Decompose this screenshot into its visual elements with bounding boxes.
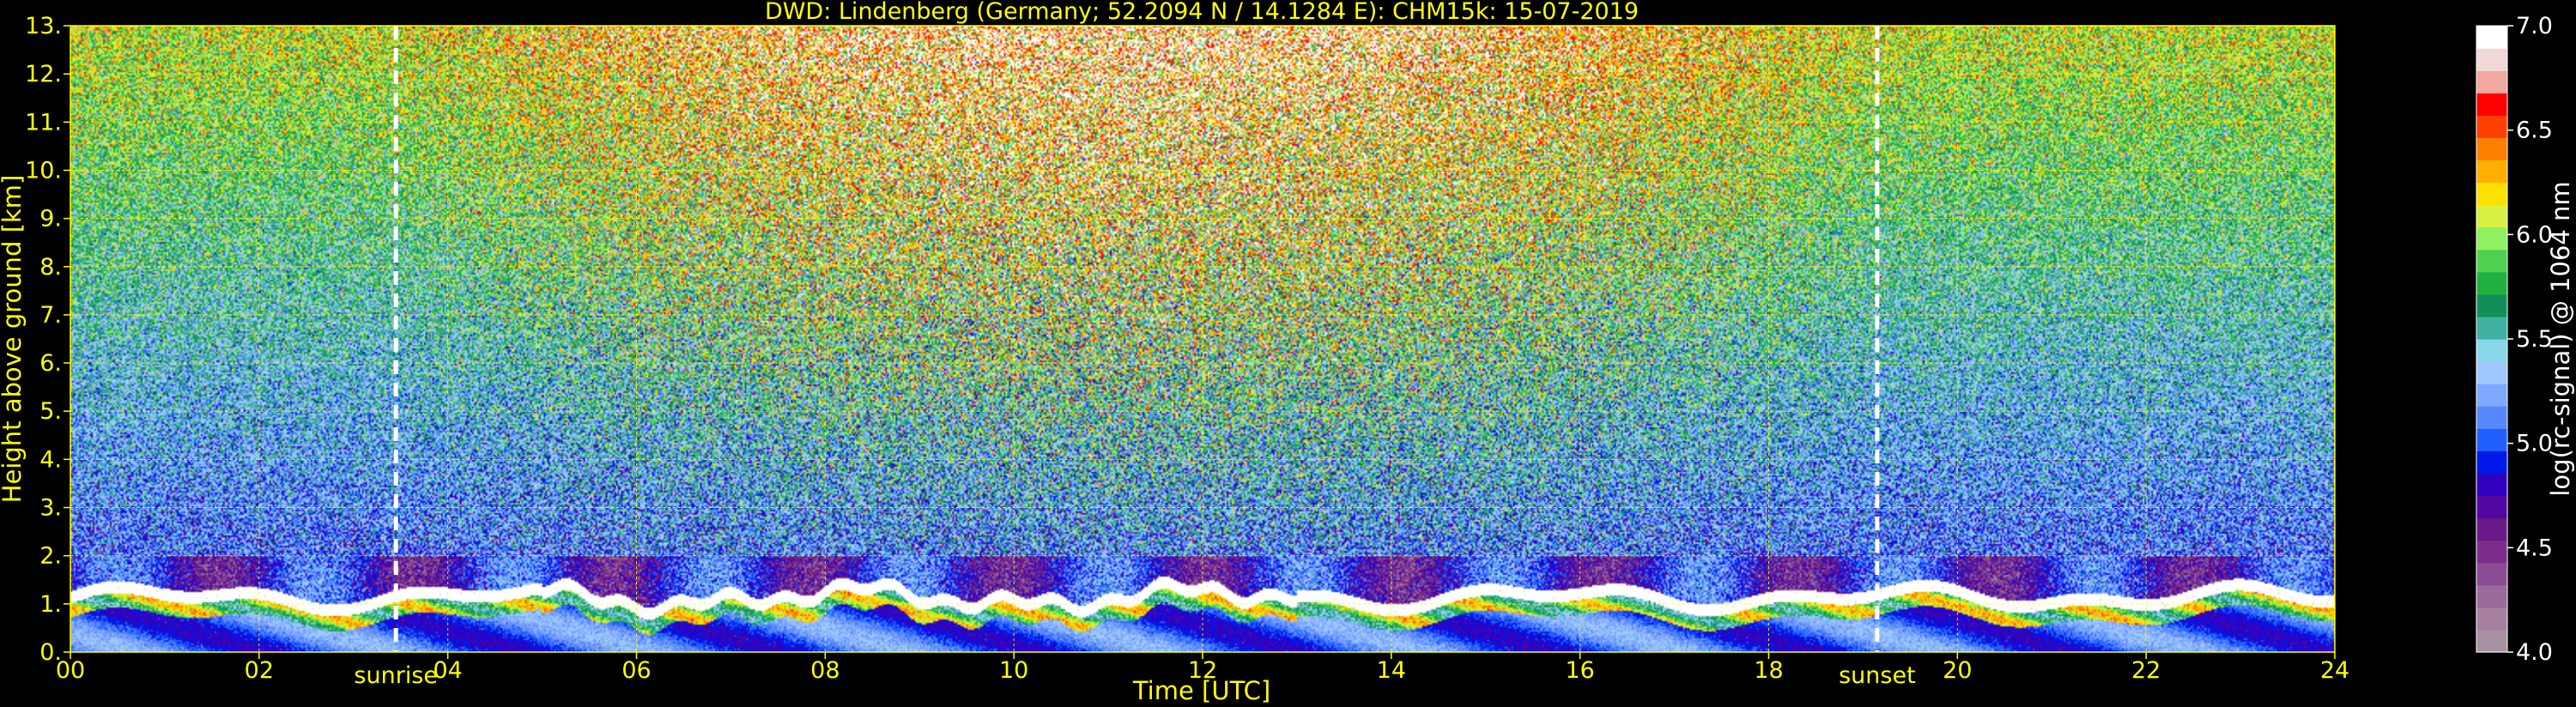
colorbar-segment: [2476, 182, 2507, 206]
colorbar-segment: [2476, 227, 2507, 251]
y-tick-label: 8.: [39, 254, 62, 281]
colorbar-segment: [2476, 26, 2507, 49]
colorbar-segment: [2476, 93, 2507, 116]
chart-title: DWD: Lindenberg (Germany; 52.2094 N / 14…: [765, 0, 1639, 25]
x-tick-label: 20: [1943, 657, 1972, 684]
colorbar-segment: [2476, 473, 2507, 497]
colorbar-segment: [2476, 450, 2507, 474]
plot-area: [70, 26, 2335, 652]
colorbar-segment: [2476, 584, 2507, 608]
colorbar-segment: [2476, 339, 2507, 362]
x-tick-label: 10: [999, 657, 1028, 684]
colorbar-segment: [2476, 160, 2507, 184]
y-tick-label: 5.: [39, 398, 62, 425]
y-tick-label: 4.: [39, 446, 62, 473]
annotation-label: sunset: [1839, 662, 1916, 689]
y-tick-label: 13.: [25, 13, 62, 39]
colorbar-segment: [2476, 137, 2507, 161]
colorbar-segment: [2476, 115, 2507, 138]
colorbar-tick-label: 4.0: [2516, 639, 2553, 666]
y-tick-label: 1.: [39, 591, 62, 618]
y-tick-label: 6.: [39, 350, 62, 377]
colorbar-tick-label: 6.5: [2516, 118, 2553, 144]
colorbar-segment: [2476, 316, 2507, 340]
ceilometer-chart: DWD: Lindenberg (Germany; 52.2094 N / 14…: [0, 0, 2576, 707]
x-tick-label: 06: [621, 657, 651, 684]
y-tick-label: 3.: [39, 495, 62, 522]
x-axis-label: Time [UTC]: [1132, 676, 1270, 705]
colorbar-segment: [2476, 384, 2507, 407]
colorbar-tick-label: 4.5: [2516, 535, 2553, 561]
colorbar-segment: [2476, 540, 2507, 564]
y-tick-label: 9.: [39, 206, 62, 233]
y-tick-label: 2.: [39, 543, 62, 570]
annotation-label: sunrise: [354, 662, 438, 689]
colorbar-segment: [2476, 428, 2507, 451]
colorbar-segment: [2476, 271, 2507, 295]
colorbar-tick-label: 7.0: [2516, 13, 2553, 39]
y-tick-label: 12.: [25, 61, 62, 88]
x-tick-label: 24: [2320, 657, 2349, 684]
colorbar-segment: [2476, 607, 2507, 631]
x-tick-label: 16: [1565, 657, 1594, 684]
colorbar-segment: [2476, 70, 2507, 94]
colorbar-segment: [2476, 293, 2507, 317]
y-tick-label: 7.: [39, 302, 62, 329]
y-tick-label: 10.: [25, 157, 62, 184]
x-tick-label: 08: [810, 657, 839, 684]
colorbar-label: log(rc-signal) @ 1064 nm: [2546, 181, 2575, 496]
x-tick-label: 00: [56, 657, 85, 684]
colorbar-segment: [2476, 361, 2507, 384]
x-tick-label: 02: [245, 657, 274, 684]
y-axis-label: Height above ground [km]: [0, 175, 27, 504]
colorbar-segment: [2476, 495, 2507, 519]
colorbar-segment: [2476, 204, 2507, 228]
x-tick-label: 14: [1377, 657, 1406, 684]
colorbar-segment: [2476, 517, 2507, 541]
y-tick-label: 11.: [25, 109, 62, 136]
colorbar-segment: [2476, 249, 2507, 273]
colorbar-segment: [2476, 562, 2507, 586]
colorbar-segment: [2476, 406, 2507, 429]
colorbar-segment: [2476, 629, 2507, 653]
colorbar-segment: [2476, 48, 2507, 71]
x-tick-label: 18: [1754, 657, 1783, 684]
x-tick-label: 22: [2131, 657, 2161, 684]
